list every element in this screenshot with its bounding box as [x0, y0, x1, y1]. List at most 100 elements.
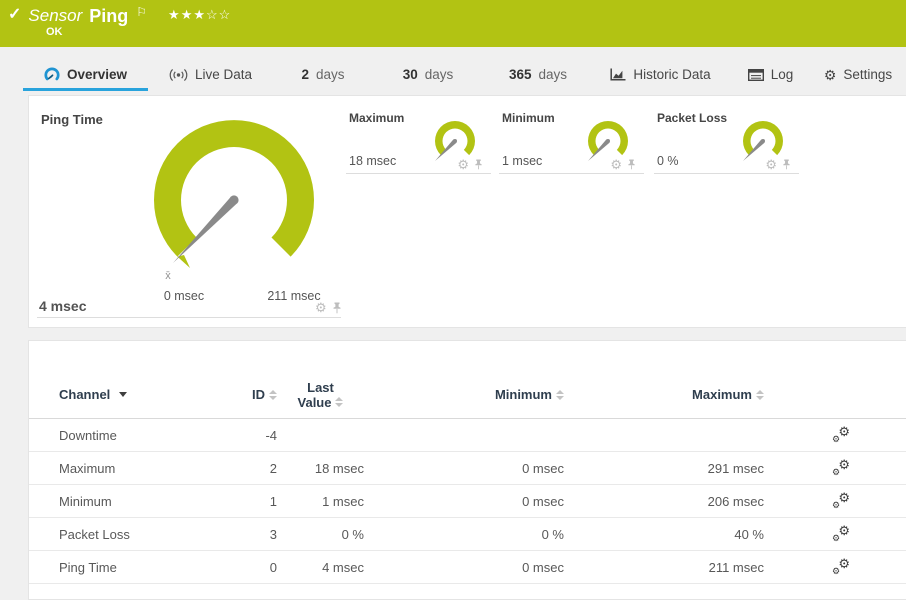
channel-settings-gears-icon[interactable]: ⚙⚙ [832, 525, 850, 541]
sort-desc-icon [119, 392, 127, 397]
channel-maximum: 40 % [564, 527, 764, 542]
tab-settings[interactable]: ⚙ Settings [813, 61, 903, 91]
historic-chart-icon [610, 68, 626, 81]
gauge-arc [154, 120, 314, 257]
column-header-channel-label: Channel [59, 387, 110, 402]
minimum-gauge-label: Minimum [502, 111, 555, 125]
table-row-packet-loss: Packet Loss 3 0 % 0 % 40 % ⚙⚙ [29, 518, 906, 551]
gauge-settings-gear-icon[interactable]: ⚙ [315, 301, 327, 314]
channel-settings-gears-icon[interactable]: ⚙⚙ [832, 492, 850, 508]
tab-live-data-label: Live Data [195, 67, 252, 82]
tab-30-days[interactable]: 30 days [373, 61, 483, 91]
gauge-settings-gear-icon[interactable]: ⚙ [457, 158, 469, 171]
channel-id: 3 [229, 527, 277, 542]
packet-loss-gauge-label: Packet Loss [657, 111, 727, 125]
tab-live-data[interactable]: Live Data [148, 61, 273, 91]
divider [37, 317, 341, 318]
tab-historic-data-label: Historic Data [633, 67, 710, 82]
channel-id: 1 [229, 494, 277, 509]
table-header-row: Channel ID Last Value Minimum Maximum [29, 341, 906, 419]
channel-last-value: 18 msec [277, 461, 364, 476]
sort-icon [756, 390, 764, 400]
channel-id: 0 [229, 560, 277, 575]
channel-settings-gears-icon[interactable]: ⚙⚙ [832, 459, 850, 475]
sort-icon [335, 397, 343, 407]
tab-30-days-number: 30 [403, 67, 418, 82]
gauge-settings-gear-icon[interactable]: ⚙ [610, 158, 622, 171]
column-header-id[interactable]: ID [252, 387, 277, 402]
stars-filled: ★★★ [168, 7, 206, 22]
tab-2-days-number: 2 [301, 67, 309, 82]
tab-settings-label: Settings [843, 67, 892, 82]
channel-last-value: 0 % [277, 527, 364, 542]
tab-365-days-unit: days [539, 67, 568, 82]
channel-maximum: 291 msec [564, 461, 764, 476]
tab-2-days[interactable]: 2 days [273, 61, 373, 91]
column-header-maximum[interactable]: Maximum [692, 387, 764, 402]
gauges-panel: Ping Time x̄ 0 msec 211 msec 4 msec ⚙ Ma… [28, 95, 906, 328]
channel-maximum: 206 msec [564, 494, 764, 509]
pin-icon[interactable] [474, 159, 483, 170]
flag-icon[interactable]: ⚐ [136, 5, 147, 19]
tab-bar: Overview Live Data 2 days 30 days 365 da… [0, 47, 906, 95]
channel-name: Downtime [59, 428, 229, 443]
tab-log[interactable]: Log [728, 61, 813, 91]
pin-icon[interactable] [782, 159, 791, 170]
maximum-gauge-label: Maximum [349, 111, 404, 125]
tab-overview[interactable]: Overview [23, 61, 148, 91]
channel-table: Channel ID Last Value Minimum Maximum [29, 341, 906, 584]
column-header-minimum[interactable]: Minimum [495, 387, 564, 402]
tab-historic-data[interactable]: Historic Data [593, 61, 728, 91]
gauge-scale-max: 211 msec [267, 289, 320, 303]
table-row-ping-time: Ping Time 0 4 msec 0 msec 211 msec ⚙⚙ [29, 551, 906, 584]
sort-icon [556, 390, 564, 400]
channel-settings-gears-icon[interactable]: ⚙⚙ [832, 558, 850, 574]
live-data-icon [169, 68, 188, 82]
priority-stars[interactable]: ★★★☆☆ [168, 5, 231, 25]
channel-last-value: 4 msec [277, 560, 364, 575]
channel-id: -4 [229, 428, 277, 443]
gauge-settings-gear-icon[interactable]: ⚙ [765, 158, 777, 171]
maximum-gauge-value: 18 msec [349, 154, 396, 168]
tab-2-days-unit: days [316, 67, 345, 82]
channel-settings-gears-icon[interactable]: ⚙⚙ [832, 426, 850, 442]
channel-name: Maximum [59, 461, 229, 476]
column-header-channel[interactable]: Channel [59, 387, 229, 402]
sensor-status-badge: OK [46, 26, 63, 38]
object-kind-label: Sensor [28, 5, 82, 27]
ping-time-current-value: 4 msec [39, 298, 86, 314]
column-header-last-label: Last [307, 380, 334, 395]
stars-empty: ☆☆ [206, 7, 231, 22]
ping-time-gauge-label: Ping Time [41, 112, 103, 127]
channel-id: 2 [229, 461, 277, 476]
column-header-minimum-label: Minimum [495, 387, 552, 402]
channel-name: Packet Loss [59, 527, 229, 542]
gauge-icon [44, 67, 60, 82]
table-row-downtime: Downtime -4 ⚙⚙ [29, 419, 906, 452]
tab-30-days-unit: days [425, 67, 454, 82]
tab-365-days[interactable]: 365 days [483, 61, 593, 91]
channel-maximum: 211 msec [564, 560, 764, 575]
pin-icon[interactable] [627, 159, 636, 170]
channel-name: Minimum [59, 494, 229, 509]
channel-last-value: 1 msec [277, 494, 364, 509]
table-row-maximum: Maximum 2 18 msec 0 msec 291 msec ⚙⚙ [29, 452, 906, 485]
gauge-mean-marker: x̄ [165, 270, 171, 282]
channel-minimum: 0 msec [364, 494, 564, 509]
packet-loss-gauge-value: 0 % [657, 154, 679, 168]
maximum-gauge: Maximum 18 msec ⚙ [346, 108, 491, 174]
tab-365-days-number: 365 [509, 67, 532, 82]
channel-name: Ping Time [59, 560, 229, 575]
channel-minimum: 0 msec [364, 560, 564, 575]
pin-icon[interactable] [332, 302, 342, 314]
column-header-maximum-label: Maximum [692, 387, 752, 402]
settings-gear-icon: ⚙ [824, 68, 837, 82]
sensor-name: Ping [89, 5, 128, 27]
column-header-last-value[interactable]: Last Value [277, 380, 364, 410]
column-header-id-label: ID [252, 387, 265, 402]
sensor-header: ✓ Sensor Ping ⚐ ★★★☆☆ OK [0, 0, 906, 47]
ping-time-gauge-dial: x̄ 0 msec 211 msec [124, 110, 344, 306]
sort-icon [269, 390, 277, 400]
tab-log-label: Log [771, 67, 794, 82]
channel-minimum: 0 msec [364, 461, 564, 476]
